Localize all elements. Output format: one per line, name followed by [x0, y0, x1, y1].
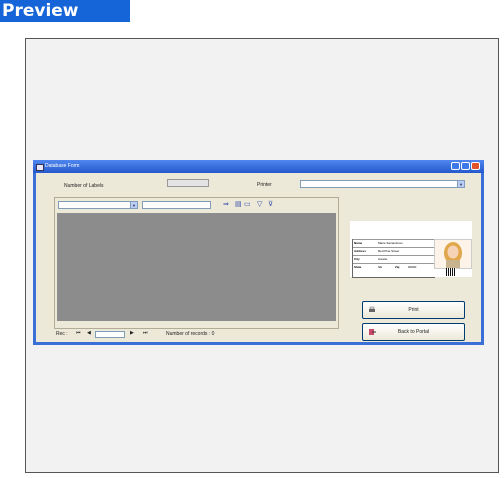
- minimize-button[interactable]: [451, 162, 460, 170]
- card-key: State: [354, 265, 362, 269]
- qr-code-icon: [446, 268, 456, 276]
- clear-filter-icon[interactable]: ⊽: [268, 201, 273, 209]
- data-grid-panel: ▼ ⇒ ▤ ▭ ▽ ⊽: [54, 197, 339, 329]
- search-go-icon[interactable]: ⇒: [223, 201, 229, 209]
- card-value: Aurelie: [378, 257, 388, 261]
- grid-view-icon[interactable]: ▤: [235, 201, 242, 209]
- window-client-area: Number of Labels Printer ▼ ▼ ⇒ ▤ ▭ ▽ ⊽ R…: [36, 173, 481, 342]
- card-row-name: Name Marie Samantman: [353, 239, 435, 247]
- records-count: Number of records : 0: [166, 331, 215, 337]
- window-title: Database Form: [45, 163, 80, 169]
- card-row-address: Address Red Pine Street: [353, 247, 435, 255]
- card-value: NE: [378, 265, 383, 269]
- first-record-icon[interactable]: ⏮: [76, 330, 81, 336]
- chevron-down-icon[interactable]: ▼: [457, 181, 464, 187]
- portrait-photo: [434, 239, 472, 269]
- app-icon: [36, 164, 44, 171]
- record-number-input[interactable]: [95, 331, 125, 338]
- back-to-portal-label: Back to Portal: [397, 329, 430, 335]
- card-zip-value: 00000: [408, 265, 417, 269]
- previous-record-icon[interactable]: ◀: [87, 330, 91, 336]
- card-key: City: [354, 257, 360, 261]
- card-zip-key: Zip: [395, 265, 400, 269]
- number-of-labels-label: Number of Labels: [64, 183, 104, 189]
- printer-label: Printer: [257, 182, 272, 188]
- records-grid[interactable]: [57, 213, 336, 321]
- number-of-labels-field[interactable]: [167, 179, 209, 187]
- field-select[interactable]: ▼: [58, 201, 138, 209]
- printer-select[interactable]: ▼: [300, 180, 465, 188]
- search-input[interactable]: [142, 201, 211, 209]
- card-key: Address: [354, 249, 367, 253]
- filter-icon[interactable]: ▽: [257, 201, 262, 209]
- next-record-icon[interactable]: ▶: [130, 330, 134, 336]
- card-value: Marie Samantman: [378, 241, 403, 245]
- database-form-window: Database Form Number of Labels Printer ▼…: [33, 160, 484, 345]
- card-row-city: City Aurelie: [353, 255, 435, 263]
- card-info-block: Name Marie Samantman Address Red Pine Stre…: [352, 239, 435, 278]
- card-key: Name: [354, 241, 363, 245]
- preview-title: Preview: [0, 0, 130, 22]
- back-to-portal-button[interactable]: Back to Portal: [362, 323, 465, 341]
- chevron-down-icon[interactable]: ▼: [130, 202, 137, 208]
- close-button[interactable]: [471, 162, 480, 170]
- label-preview-card: Name Marie Samantman Address Red Pine Stre…: [350, 221, 472, 278]
- rec-label: Rec :: [56, 331, 68, 337]
- last-record-icon[interactable]: ⏭: [143, 330, 148, 336]
- card-value: Red Pine Street: [378, 249, 400, 253]
- print-button[interactable]: Print: [362, 301, 465, 319]
- record-navigation-bar: Rec : ⏮ ◀ ▶ ⏭ Number of records : 0: [40, 330, 280, 340]
- window-titlebar[interactable]: Database Form: [33, 160, 484, 173]
- maximize-button[interactable]: [461, 162, 470, 170]
- card-row-state: State NE Zip 00000: [353, 263, 435, 271]
- card-view-icon[interactable]: ▭: [244, 201, 251, 209]
- print-button-label: Print: [408, 307, 419, 313]
